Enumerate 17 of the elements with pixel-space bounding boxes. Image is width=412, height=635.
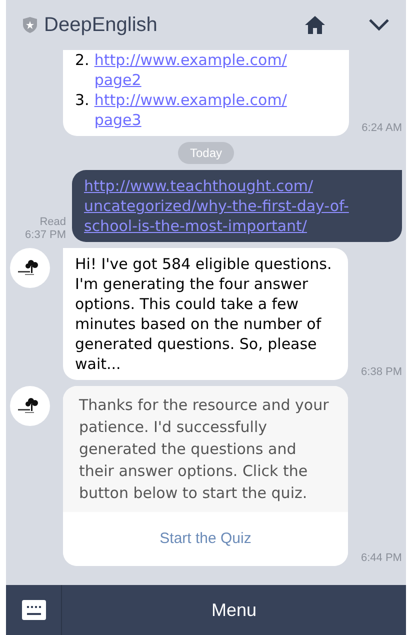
message-link[interactable]: http://www.teachthought.com/ uncategorized/why-the-first-day-of-school-is-the-most-important/ [84,176,390,236]
list-number: 3. [75,90,90,111]
message-link[interactable]: http://www.example.com/ page3 [94,90,300,130]
message-text: Thanks for the resource and your patience. I'd successfully generated the questions and their answer options. Click the button below to start the quiz. [79,395,330,504]
read-receipt: Read [40,216,66,229]
message-time: 6:44 PM [361,550,402,566]
keyboard-icon[interactable] [22,600,46,620]
home-icon[interactable] [304,15,326,35]
shield-star-icon [22,16,38,34]
date-pill: Today [178,142,234,164]
message-time: 6:37 PM [25,229,66,242]
message-text: Hi! I've got 584 eligible questions. I'm generating the four answer options. This could take a few minutes based on the number of generated questions. So, please wait... [75,254,333,374]
chevron-down-icon[interactable] [368,18,390,32]
message-time: 6:24 AM [362,120,402,136]
chat-title: DeepEnglish [44,13,158,38]
list-number: 2. [75,50,90,71]
message-time: 6:38 PM [361,364,402,380]
